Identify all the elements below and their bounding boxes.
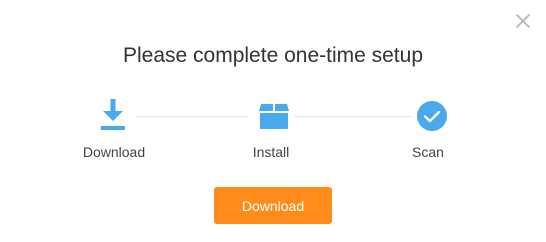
step-connector-1 bbox=[136, 116, 248, 117]
download-button[interactable]: Download bbox=[214, 187, 332, 224]
download-icon bbox=[96, 98, 130, 132]
close-icon[interactable] bbox=[514, 12, 532, 30]
package-box-icon bbox=[257, 99, 291, 133]
step-label-install: Install bbox=[252, 144, 290, 160]
step-label-download: Download bbox=[82, 144, 146, 160]
step-connector-2 bbox=[294, 116, 412, 117]
step-label-scan: Scan bbox=[412, 144, 444, 160]
checkmark-circle-icon bbox=[415, 100, 449, 134]
setup-dialog: Please complete one-time setup Download … bbox=[0, 0, 546, 242]
dialog-title: Please complete one-time setup bbox=[123, 44, 423, 67]
